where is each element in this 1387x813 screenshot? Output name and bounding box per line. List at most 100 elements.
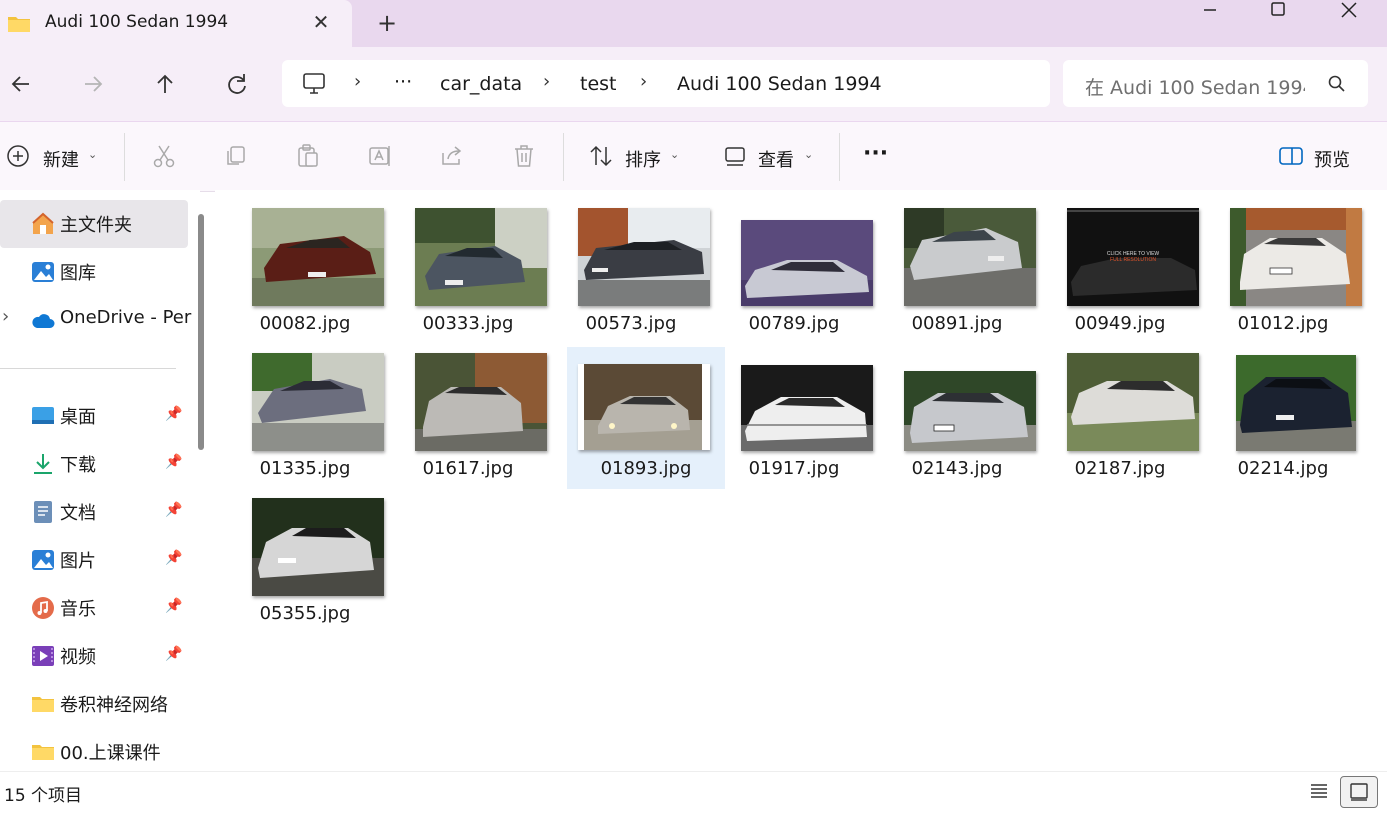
search-icon[interactable] [1327,74,1347,94]
up-button[interactable] [150,69,180,99]
search-input[interactable]: 在 Audi 100 Sedan 1994 中搜索 [1085,73,1305,100]
new-icon[interactable] [6,143,32,169]
cloud-icon [32,314,55,328]
view-button[interactable]: 查看 [758,146,794,172]
file-name: 00789.jpg [748,313,840,334]
pin-icon[interactable]: 📌 [165,550,182,566]
file-name: 02187.jpg [1074,458,1166,479]
preview-pane-icon[interactable] [1278,143,1304,169]
window-close-icon[interactable] [1326,0,1372,24]
details-view-icon[interactable] [1308,780,1330,802]
pin-icon[interactable]: 📌 [165,502,182,518]
tab-close-icon[interactable]: ✕ [308,9,334,35]
file-tile[interactable]: 02143.jpg [875,345,1036,487]
new-tab-button[interactable]: + [374,9,400,37]
item-count: 15 个项目 [4,786,83,806]
pin-icon[interactable]: 📌 [165,406,182,422]
file-tile[interactable]: CLICK HERE TO VIEW FULL RESOLUTION 00949… [1038,200,1199,342]
pin-icon[interactable]: 📌 [165,646,182,662]
sidebar-item-label: 下载 [60,455,96,476]
file-tile[interactable]: 05355.jpg [223,490,384,632]
image-thumbnail [252,498,384,596]
file-tile[interactable]: 01012.jpg [1201,200,1362,342]
desktop-icon [32,407,54,424]
file-name: 01012.jpg [1237,313,1329,334]
sort-button[interactable]: 排序 [625,146,661,172]
chevron-right-icon[interactable]: › [640,71,647,92]
chevron-right-icon[interactable]: › [354,71,361,92]
file-name: 02214.jpg [1237,458,1329,479]
breadcrumb-car-data[interactable]: car_data [440,73,522,95]
rename-icon[interactable] [367,143,393,169]
chevron-right-icon[interactable]: › [2,306,9,327]
tiles-view-icon [1350,783,1368,801]
image-thumbnail [1236,355,1356,451]
breadcrumb-more[interactable]: ··· [394,71,412,93]
breadcrumb-current[interactable]: Audi 100 Sedan 1994 [677,73,882,95]
breadcrumb-test[interactable]: test [580,73,617,95]
view-icon[interactable] [722,143,748,169]
file-tile[interactable]: 02214.jpg [1201,345,1357,487]
file-tile[interactable]: 01917.jpg [712,345,873,487]
copy-icon[interactable] [223,143,249,169]
file-tile-selected[interactable]: 01893.jpg [567,347,725,489]
video-icon [32,646,54,666]
refresh-button[interactable] [222,69,252,99]
more-options-button[interactable]: ··· [863,141,888,166]
file-tile[interactable]: 00891.jpg [875,200,1036,342]
sidebar-item-folder[interactable]: 00.上课课件 [0,728,188,776]
file-tile[interactable]: 00082.jpg [223,200,384,342]
file-tile[interactable]: 00789.jpg [712,200,873,342]
minimize-icon[interactable] [1187,0,1233,24]
preview-button[interactable]: 预览 [1314,146,1350,172]
chevron-down-icon[interactable]: ⌄ [670,148,679,161]
sidebar-scrollbar[interactable] [198,214,204,450]
sidebar-item-pictures[interactable]: 图片 📌 [0,536,188,584]
file-tile[interactable]: 01617.jpg [386,345,547,487]
back-button[interactable] [6,69,36,99]
sidebar-item-folder[interactable]: 卷积神经网络 [0,680,188,728]
chevron-down-icon[interactable]: ⌄ [88,148,97,161]
new-button[interactable]: 新建 [43,146,79,172]
file-tile[interactable]: 00573.jpg [549,200,710,342]
image-thumbnail [415,353,547,451]
sidebar-item-downloads[interactable]: 下载 📌 [0,440,188,488]
gallery-icon [32,262,54,282]
sidebar-item-label: 桌面 [60,407,96,428]
maximize-icon[interactable] [1255,0,1301,24]
image-thumbnail: CLICK HERE TO VIEW FULL RESOLUTION [1067,208,1199,306]
paste-icon[interactable] [295,143,321,169]
sidebar-item-label: 卷积神经网络 [60,695,168,716]
file-tile[interactable]: 00333.jpg [386,200,547,342]
thumbnail-overlay-text: FULL RESOLUTION [1110,257,1156,263]
sidebar-item-documents[interactable]: 文档 📌 [0,488,188,536]
cut-icon[interactable] [151,143,177,169]
image-thumbnail [741,220,873,306]
pin-icon[interactable]: 📌 [165,454,182,470]
image-thumbnail [415,208,547,306]
forward-button[interactable] [78,69,108,99]
file-tile[interactable]: 01335.jpg [223,345,384,487]
sidebar-item-music[interactable]: 音乐 📌 [0,584,188,632]
pin-icon[interactable]: 📌 [165,598,182,614]
file-name: 00949.jpg [1074,313,1166,334]
search-box[interactable]: 在 Audi 100 Sedan 1994 中搜索 [1063,60,1368,107]
share-icon[interactable] [439,143,465,169]
file-tile[interactable]: 02187.jpg [1038,345,1199,487]
sidebar-item-desktop[interactable]: 桌面 📌 [0,392,188,440]
sidebar-item-label: 文档 [60,503,96,524]
sidebar-item-label: 音乐 [60,599,96,620]
chevron-down-icon[interactable]: ⌄ [804,148,813,161]
sort-icon[interactable] [588,143,614,169]
computer-icon[interactable] [301,71,327,97]
sidebar-item-videos[interactable]: 视频 📌 [0,632,188,680]
file-name: 00573.jpg [585,313,677,334]
sidebar-item-gallery[interactable]: 图库 [0,248,188,296]
tab-current[interactable]: Audi 100 Sedan 1994 ✕ [0,0,352,47]
image-thumbnail [252,353,384,451]
sidebar-item-onedrive[interactable]: › OneDrive - Per [0,296,191,344]
delete-icon[interactable] [511,143,537,169]
sidebar-item-home[interactable]: 主文件夹 [0,200,188,248]
chevron-right-icon[interactable]: › [543,71,550,92]
tiles-view-button[interactable] [1340,776,1378,808]
